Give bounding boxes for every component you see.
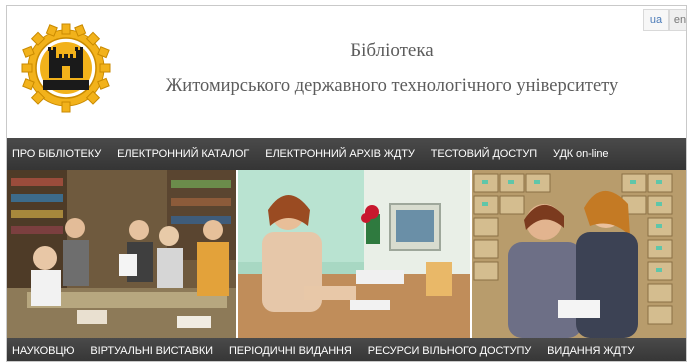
nav-for-scientists[interactable]: НАУКОВЦЮ <box>12 345 75 357</box>
nav-test-access[interactable]: ТЕСТОВИЙ ДОСТУП <box>431 148 537 160</box>
secondary-nav: НАУКОВЦЮ ВІРТУАЛЬНІ ВИСТАВКИ ПЕРІОДИЧНІ … <box>7 338 686 361</box>
banner-photo-librarian-computer <box>237 170 471 338</box>
nav-electronic-archive[interactable]: ЕЛЕКТРОННИЙ АРХІВ ЖДТУ <box>265 148 415 160</box>
page-frame: Бібліотека Житомирського державного техн… <box>6 5 687 362</box>
nav-open-access-resources[interactable]: РЕСУРСИ ВІЛЬНОГО ДОСТУПУ <box>368 345 532 357</box>
nav-about-library[interactable]: ПРО БІБЛІОТЕКУ <box>12 148 101 160</box>
nav-ztu-publications[interactable]: ВИДАННЯ ЖДТУ <box>547 345 634 357</box>
main-nav: ПРО БІБЛІОТЕКУ ЕЛЕКТРОННИЙ КАТАЛОГ ЕЛЕКТ… <box>7 138 686 170</box>
gear-emblem-logo-icon <box>21 23 111 113</box>
lang-ua-button[interactable]: ua <box>643 9 669 31</box>
banner-photo-staff-group <box>7 170 236 338</box>
nav-udc-online[interactable]: УДК on-line <box>553 148 608 160</box>
nav-electronic-catalog[interactable]: ЕЛЕКТРОННИЙ КАТАЛОГ <box>117 148 249 160</box>
site-header: Бібліотека Житомирського державного техн… <box>7 6 686 138</box>
nav-periodicals[interactable]: ПЕРІОДИЧНІ ВИДАННЯ <box>229 345 352 357</box>
lang-en-button[interactable]: en <box>669 9 686 31</box>
university-logo[interactable] <box>19 20 113 116</box>
library-title: Бібліотека <box>350 40 434 61</box>
photo-banner <box>7 170 686 338</box>
nav-virtual-exhibitions[interactable]: ВІРТУАЛЬНІ ВИСТАВКИ <box>90 345 213 357</box>
university-subtitle: Житомирського державного технологічного … <box>165 76 619 96</box>
banner-photo-card-catalog <box>472 170 686 338</box>
